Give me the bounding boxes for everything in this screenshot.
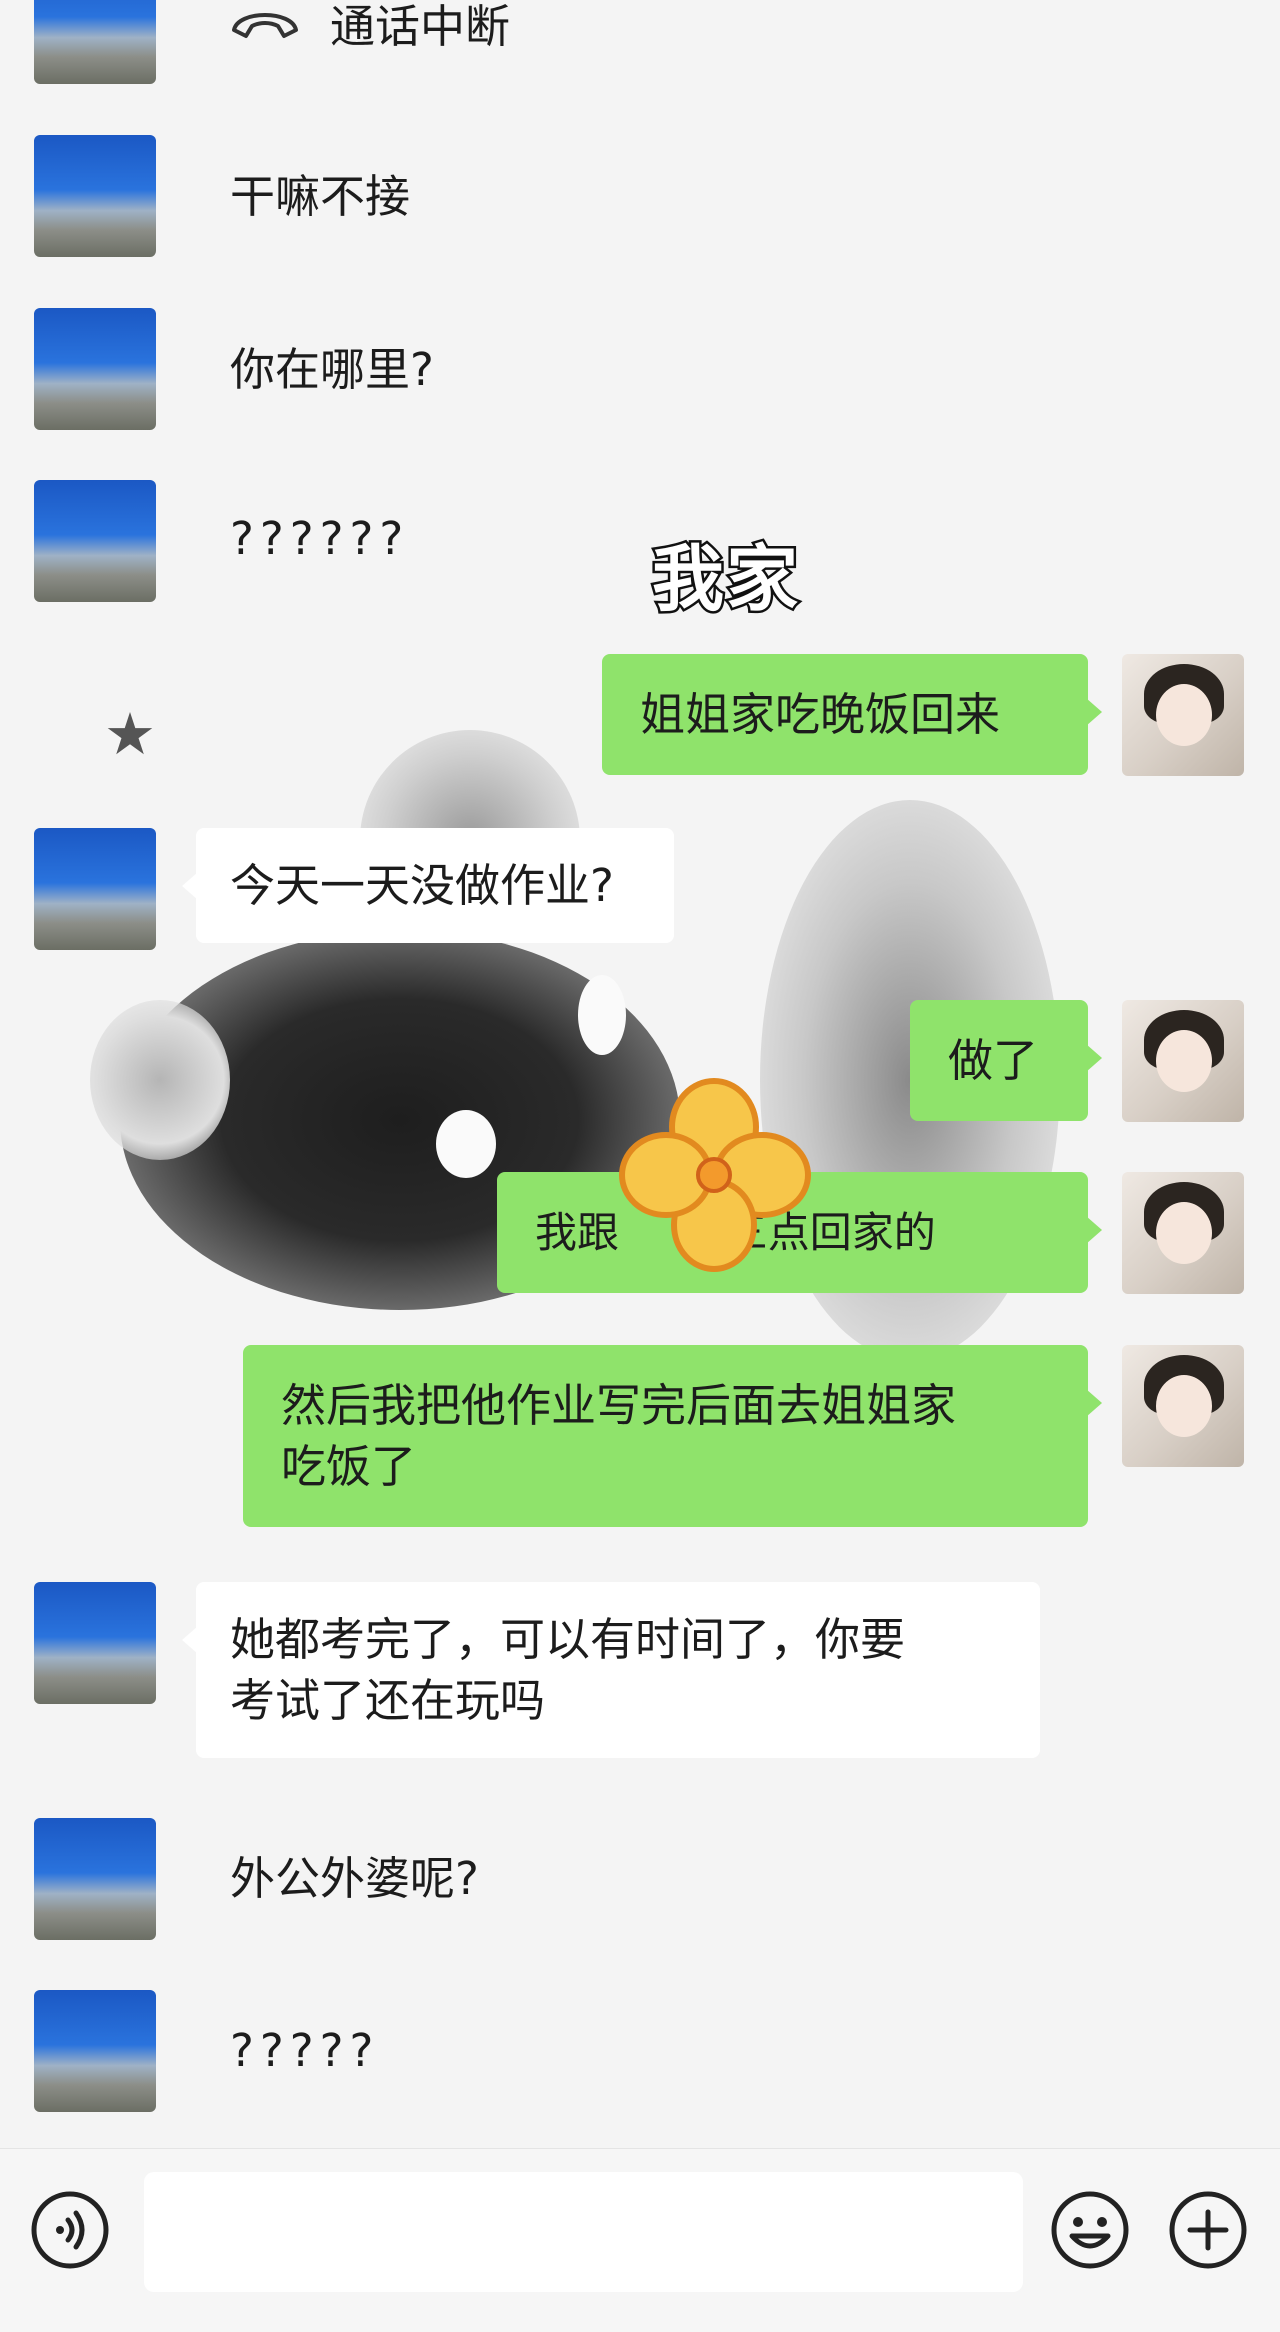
chat-area[interactable]: 通话中断 干嘛不接 你在哪里? ?????? 我家 姐姐家吃晚饭回来 ★ 今天一… xyxy=(0,0,1280,2148)
peer-avatar[interactable] xyxy=(34,828,156,950)
self-avatar[interactable] xyxy=(1122,1000,1244,1122)
flower-sticker xyxy=(619,1078,811,1272)
wallpaper-blob xyxy=(90,1000,230,1160)
self-avatar[interactable] xyxy=(1122,1345,1244,1467)
plus-icon[interactable] xyxy=(1168,2190,1248,2270)
wallpaper-highlight xyxy=(578,975,626,1055)
peer-avatar[interactable] xyxy=(34,1990,156,2112)
peer-message[interactable]: 干嘛不接 xyxy=(230,166,410,227)
peer-message[interactable]: 她都考完了，可以有时间了，你要 考试了还在玩吗 xyxy=(182,1582,1040,1758)
peer-avatar[interactable] xyxy=(34,135,156,257)
self-message[interactable]: 然后我把他作业写完后面去姐姐家 吃饭了 xyxy=(243,1345,1102,1527)
self-message[interactable]: 姐姐家吃晚饭回来 xyxy=(602,654,1102,775)
sticker-caption: 我家 xyxy=(649,535,801,624)
self-avatar[interactable] xyxy=(1122,654,1244,776)
peer-message[interactable]: ?????? xyxy=(230,508,409,569)
peer-avatar[interactable] xyxy=(34,1818,156,1940)
peer-message[interactable]: 今天一天没做作业? xyxy=(182,828,674,943)
peer-avatar[interactable] xyxy=(34,308,156,430)
peer-message[interactable]: 外公外婆呢? xyxy=(230,1848,479,1909)
peer-avatar[interactable] xyxy=(34,1582,156,1704)
message-input[interactable] xyxy=(144,2172,1023,2292)
wallpaper-highlight xyxy=(436,1110,496,1178)
emoji-icon[interactable] xyxy=(1050,2190,1130,2270)
voice-icon[interactable] xyxy=(30,2190,110,2270)
self-message[interactable]: 做了 xyxy=(910,1000,1102,1121)
star-icon: ★ xyxy=(104,700,156,768)
peer-avatar[interactable] xyxy=(34,480,156,602)
phone-hangup-icon xyxy=(232,13,298,38)
call-status-text: 通话中断 xyxy=(330,0,511,53)
self-avatar[interactable] xyxy=(1122,1172,1244,1294)
peer-message[interactable]: ????? xyxy=(230,2020,379,2081)
peer-avatar[interactable] xyxy=(34,0,156,84)
peer-message[interactable]: 你在哪里? xyxy=(230,339,434,400)
